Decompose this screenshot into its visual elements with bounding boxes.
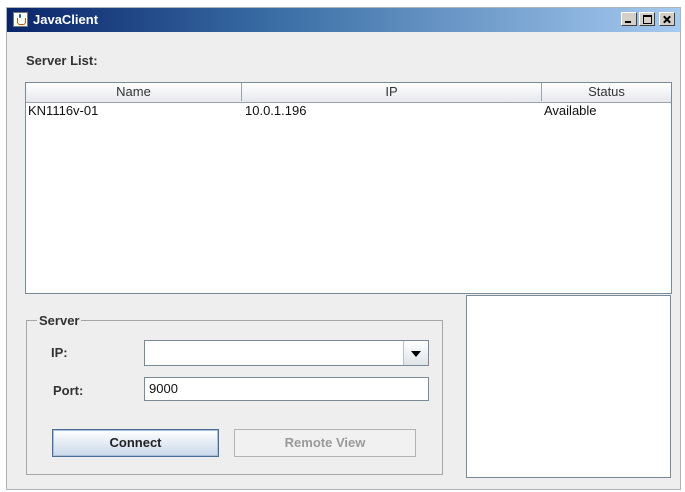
window-title: JavaClient xyxy=(33,12,99,27)
close-icon[interactable] xyxy=(659,12,675,26)
maximize-icon[interactable] xyxy=(639,12,655,26)
column-header-name[interactable]: Name xyxy=(26,83,242,101)
server-list-table[interactable]: Name IP Status KN1116v-01 10.0.1.196 Ava… xyxy=(25,82,672,294)
port-input[interactable]: 9000 xyxy=(144,377,429,401)
cell-name: KN1116v-01 xyxy=(28,103,99,118)
cell-ip: 10.0.1.196 xyxy=(245,103,307,118)
preview-panel xyxy=(466,295,671,478)
minimize-icon[interactable] xyxy=(621,12,637,26)
ip-label: IP: xyxy=(51,345,68,360)
server-list-label: Server List: xyxy=(26,53,98,68)
column-header-ip[interactable]: IP xyxy=(242,83,542,101)
java-app-icon[interactable] xyxy=(13,12,28,27)
server-group: Server IP: Port: 9000 Connect Remote Vie… xyxy=(26,313,443,475)
chevron-down-icon[interactable] xyxy=(403,341,428,365)
port-label: Port: xyxy=(53,383,84,398)
java-client-window: JavaClient Server List: Name IP Status K… xyxy=(6,7,681,490)
title-bar[interactable]: JavaClient xyxy=(7,8,680,32)
server-group-legend: Server xyxy=(37,313,82,328)
ip-combobox[interactable] xyxy=(144,340,429,366)
table-header: Name IP Status xyxy=(26,83,671,103)
remote-view-button[interactable]: Remote View xyxy=(234,429,416,457)
column-header-status[interactable]: Status xyxy=(542,83,671,101)
cell-status: Available xyxy=(544,103,597,118)
table-row[interactable]: KN1116v-01 10.0.1.196 Available xyxy=(26,102,671,118)
connect-button[interactable]: Connect xyxy=(52,429,219,457)
